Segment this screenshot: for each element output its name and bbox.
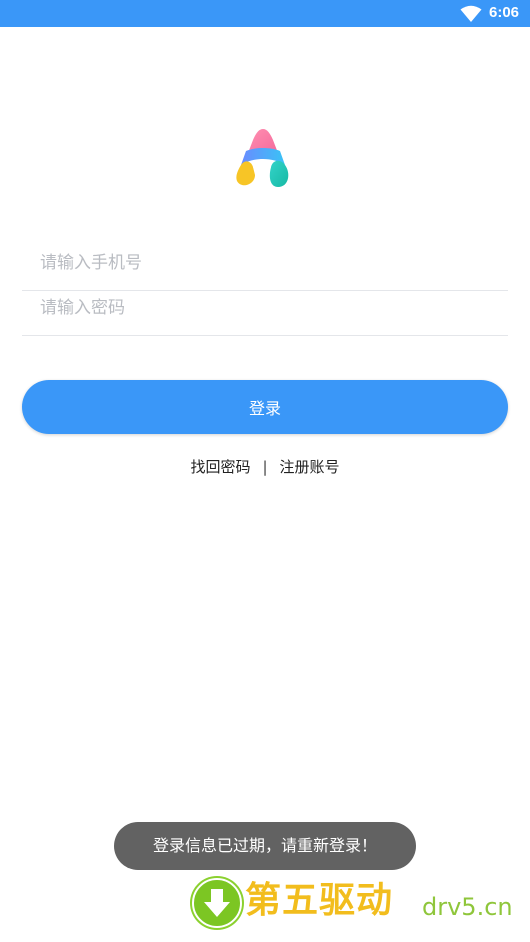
- toast-message: 登录信息已过期，请重新登录！: [114, 822, 416, 870]
- auth-links: 找回密码 | 注册账号: [0, 456, 530, 478]
- forgot-password-link[interactable]: 找回密码: [190, 458, 250, 476]
- phone-input[interactable]: [40, 250, 490, 276]
- watermark-cn: 第五驱动: [245, 880, 394, 921]
- wifi-icon: [460, 5, 482, 22]
- download-arrow-icon: [192, 878, 242, 928]
- watermark: 第五驱动 drv5.cn: [190, 872, 530, 932]
- status-bar: 6:06: [0, 0, 530, 27]
- link-separator: |: [262, 458, 268, 476]
- status-time: 6:06: [489, 4, 520, 21]
- login-button[interactable]: 登录: [22, 380, 508, 434]
- register-link[interactable]: 注册账号: [280, 458, 340, 476]
- app-logo-icon: [236, 129, 289, 187]
- watermark-en: drv5.cn: [422, 893, 513, 921]
- password-field[interactable]: [22, 281, 508, 336]
- password-input[interactable]: [40, 295, 490, 321]
